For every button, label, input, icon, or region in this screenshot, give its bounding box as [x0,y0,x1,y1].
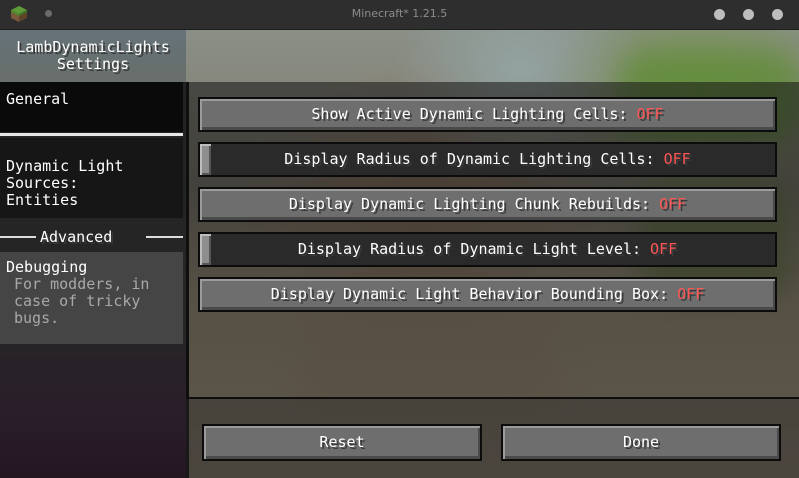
sidebar-header: LambDynamicLights Settings [0,30,186,82]
option-label: Display Radius of Dynamic Lighting Cells… [284,150,664,168]
option-label: Display Dynamic Light Behavior Bounding … [270,285,678,303]
reset-button[interactable]: Reset [202,424,482,461]
maximize-button[interactable] [743,9,754,20]
slider-handle[interactable] [200,144,211,175]
bounding-box-toggle[interactable]: Display Dynamic Light Behavior Bounding … [198,277,777,312]
category-general[interactable]: General [0,82,183,132]
window-title: Minecraft* 1.21.5 [351,7,448,20]
divider [146,236,183,238]
advanced-label: Advanced [40,228,113,246]
category-debugging-label: Debugging [6,258,88,276]
show-active-cells-toggle[interactable]: Show Active Dynamic Lighting Cells: OFF [198,97,777,132]
description-line: For modders, in [14,275,150,293]
sidebar: LambDynamicLights Settings General Dynam… [0,30,189,478]
settings-title: Settings [56,55,130,73]
slider-handle[interactable] [200,234,211,265]
minimize-button[interactable] [714,9,725,20]
mod-title: LambDynamicLights [16,38,170,56]
category-label-line: Entities [6,191,79,209]
category-debugging-description: For modders, in case of tricky bugs. [14,276,174,327]
advanced-section-header: Advanced [0,228,183,246]
description-line: bugs. [14,309,60,327]
option-label: Display Dynamic Lighting Chunk Rebuilds: [288,195,660,213]
done-button[interactable]: Done [501,424,781,461]
display-radius-light-level-slider[interactable]: Display Radius of Dynamic Light Level: O… [198,232,777,267]
option-label: Show Active Dynamic Lighting Cells: [311,105,637,123]
close-button[interactable] [772,9,783,20]
category-debugging[interactable]: Debugging For modders, in case of tricky… [0,252,183,344]
option-value: OFF [663,150,691,168]
category-separator [0,133,183,136]
option-value: OFF [659,195,687,213]
option-value: OFF [636,105,664,123]
display-radius-cells-slider[interactable]: Display Radius of Dynamic Lighting Cells… [198,142,777,177]
category-general-label: General [6,90,70,108]
divider [0,236,36,238]
option-label: Display Radius of Dynamic Light Level: [297,240,651,258]
category-label-line: Sources: [6,174,79,192]
chunk-rebuilds-toggle[interactable]: Display Dynamic Lighting Chunk Rebuilds:… [198,187,777,222]
game-view: LambDynamicLights Settings General Dynam… [0,30,799,478]
window-title-bar: Minecraft* 1.21.5 [0,0,799,30]
description-line: case of tricky [14,292,141,310]
category-dynamic-light-sources-entities[interactable]: Dynamic Light Sources: Entities [0,138,183,218]
option-value: OFF [650,240,678,258]
option-value: OFF [677,285,705,303]
category-label-line: Dynamic Light [6,157,124,175]
